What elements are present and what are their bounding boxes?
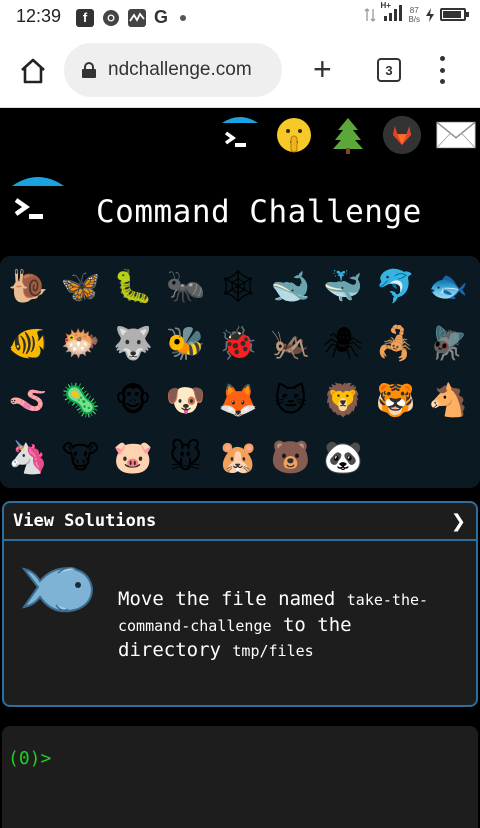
terminal-logo-link[interactable] <box>220 113 260 157</box>
activity-icon <box>128 8 146 27</box>
data-arrows-icon <box>364 7 376 22</box>
shushing-face-link[interactable] <box>274 113 314 157</box>
fox-icon[interactable]: 🦊 <box>216 378 260 422</box>
net-speed: 87 B/s <box>408 6 420 24</box>
chevron-right-icon[interactable]: ❯ <box>451 511 466 532</box>
bear-icon[interactable]: 🐻 <box>269 435 313 479</box>
terminal-logo-icon <box>222 117 258 147</box>
url-bar[interactable]: ndchallenge.com <box>64 43 282 97</box>
task-text-1: Move the file named <box>118 588 347 610</box>
task-description: Move the file named take-the-command-cha… <box>118 587 438 664</box>
terminal[interactable]: (0)> <box>2 726 478 828</box>
butterfly-icon[interactable]: 🦋 <box>59 264 103 308</box>
status-right: H+ 87 B/s <box>364 1 469 25</box>
mail-icon <box>436 121 476 149</box>
whale-icon[interactable]: 🐋 <box>269 264 313 308</box>
dolphin-icon[interactable]: 🐬 <box>374 264 418 308</box>
task-code-directory: tmp/files <box>232 642 314 660</box>
unicorn-icon[interactable]: 🦄 <box>6 435 50 479</box>
status-app-icons: f G <box>76 7 187 28</box>
top-links <box>220 110 476 160</box>
panda-icon[interactable]: 🐼 <box>321 435 365 479</box>
ladybug-icon[interactable]: 🐞 <box>216 321 260 365</box>
tiger-icon[interactable]: 🐯 <box>374 378 418 422</box>
gitlab-link[interactable] <box>382 113 422 157</box>
worm-icon[interactable]: 🪱 <box>6 378 50 422</box>
tree-link[interactable] <box>328 113 368 157</box>
terminal-prompt[interactable]: (0)> <box>8 748 51 769</box>
lock-icon <box>82 62 96 78</box>
browser-toolbar: ndchallenge.com + 3 <box>0 34 480 108</box>
net-speed-value: 87 <box>409 5 419 15</box>
ant-icon[interactable]: 🐜 <box>164 264 208 308</box>
url-text[interactable]: ndchallenge.com <box>108 59 252 81</box>
shushing-face-icon <box>277 118 311 153</box>
spider-icon[interactable]: 🕷 <box>321 321 365 365</box>
mail-link[interactable] <box>436 113 476 157</box>
mouse-icon[interactable]: 🐭 <box>164 435 208 479</box>
cow-icon[interactable]: 🐮 <box>59 435 103 479</box>
battery-icon <box>440 8 469 21</box>
page-title: Command Challenge <box>96 194 422 230</box>
wolf-icon[interactable]: 🐺 <box>111 321 155 365</box>
cat-icon[interactable]: 🐱 <box>269 378 313 422</box>
page-content: Command Challenge 🐌 🦋 🐛 🐜 🕸 🐋 🐳 🐬 🐟 🐠 🐡 🐺 🐝 🐞 🦗 🕷 🦂 🪰 🪱 🦠 🐵 🐶… <box>0 108 480 828</box>
google-icon: G <box>154 7 169 27</box>
status-time: 12:39 <box>16 6 62 26</box>
lion-icon[interactable]: 🦁 <box>321 378 365 422</box>
pig-icon[interactable]: 🐷 <box>111 435 155 479</box>
signal-group: H+ <box>380 1 403 25</box>
hamster-icon[interactable]: 🐹 <box>216 435 260 479</box>
microbe-icon[interactable]: 🦠 <box>59 378 103 422</box>
horse-icon[interactable]: 🐴 <box>426 378 470 422</box>
tree-icon <box>333 118 363 154</box>
facebook-icon: f <box>76 8 94 27</box>
dog-icon[interactable]: 🐶 <box>164 378 208 422</box>
cricket-icon[interactable]: 🦗 <box>269 321 313 365</box>
challenge-card: View Solutions ❯ Move the file named tak… <box>2 501 478 707</box>
bee-icon[interactable]: 🐝 <box>164 321 208 365</box>
monkey-icon[interactable]: 🐵 <box>111 378 155 422</box>
spouting-whale-icon[interactable]: 🐳 <box>321 264 365 308</box>
net-speed-unit: B/s <box>408 14 420 24</box>
charging-icon <box>426 7 434 22</box>
spider-web-icon[interactable]: 🕸 <box>216 264 260 308</box>
caterpillar-icon[interactable]: 🐛 <box>111 264 155 308</box>
fish-icon <box>21 566 94 613</box>
snail-icon[interactable]: 🐌 <box>6 264 50 308</box>
status-bar: 12:39 f G H+ 87 B/s <box>0 0 480 34</box>
view-solutions-label[interactable]: View Solutions <box>13 511 156 531</box>
scorpion-icon[interactable]: 🦂 <box>374 321 418 365</box>
new-tab-button[interactable]: + <box>313 53 332 85</box>
challenge-progress-grid: 🐌 🦋 🐛 🐜 🕸 🐋 🐳 🐬 🐟 🐠 🐡 🐺 🐝 🐞 🦗 🕷 🦂 🪰 🪱 🦠 🐵 🐶 🦊 🐱 🦁 🐯 🐴 🦄 🐮 🐷 🐭 🐹 🐻 🐼 <box>0 256 480 488</box>
tropical-fish-icon[interactable]: 🐠 <box>6 321 50 365</box>
network-type: H+ <box>380 1 391 10</box>
fly-icon[interactable]: 🪰 <box>426 321 470 365</box>
blowfish-icon[interactable]: 🐡 <box>59 321 103 365</box>
site-logo-icon <box>12 177 64 219</box>
tab-switcher-button[interactable]: 3 <box>377 58 401 82</box>
menu-button[interactable] <box>438 56 446 84</box>
fish-icon[interactable]: 🐟 <box>426 264 470 308</box>
gitlab-icon <box>382 115 422 155</box>
dot-icon <box>180 14 187 21</box>
home-icon[interactable] <box>18 56 48 86</box>
view-solutions-header[interactable]: View Solutions ❯ <box>4 503 476 541</box>
chrome-icon <box>103 9 119 26</box>
